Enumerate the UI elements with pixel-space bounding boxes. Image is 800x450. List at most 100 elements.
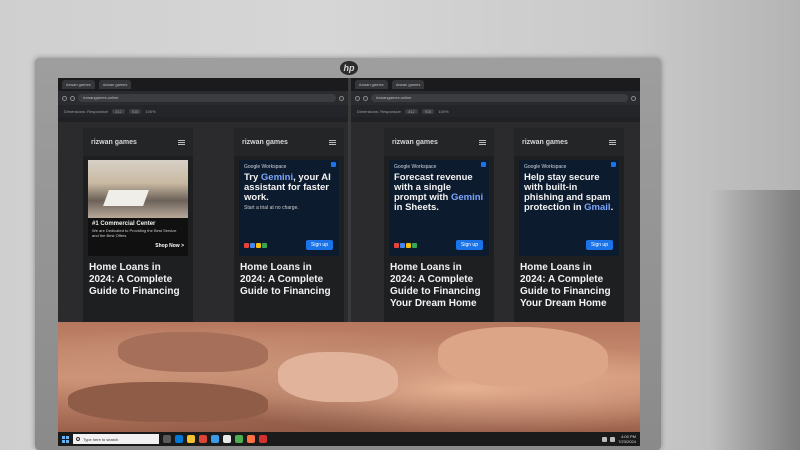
gmail-icon — [394, 243, 399, 248]
width-field[interactable]: 412 — [112, 108, 125, 114]
windows-start-icon[interactable] — [62, 435, 69, 443]
site-header: rizwan games — [234, 128, 344, 156]
ad-title: #1 Commercial Center — [88, 218, 188, 227]
site-logo[interactable]: rizwan games — [91, 139, 137, 146]
back-icon[interactable] — [62, 95, 67, 101]
height-field[interactable]: 915 — [128, 108, 142, 114]
tab[interactable]: rizwan games — [355, 80, 388, 89]
adchoices-icon[interactable] — [611, 162, 616, 167]
adchoices-icon[interactable] — [331, 162, 336, 167]
device-dimensions[interactable]: Dimensions: Responsive — [64, 109, 108, 114]
ad-cta-button[interactable]: Sign up — [586, 240, 613, 250]
article-card[interactable]: Home Loans in 2024: A Complete Guide to … — [234, 256, 344, 304]
back-icon[interactable] — [355, 95, 360, 101]
menu-icon[interactable] — [479, 139, 486, 145]
taskbar-apps — [163, 435, 267, 443]
url-field[interactable]: rizwangames.online — [371, 94, 628, 102]
ad-headline: Help stay secure with built-in phishing … — [524, 173, 614, 213]
search-placeholder: Type here to search — [83, 436, 119, 442]
site-logo[interactable]: rizwan games — [242, 139, 288, 146]
search-icon — [76, 437, 80, 441]
ad-description-text: We are Dedicated to Providing the Best S… — [92, 228, 177, 238]
task-view-icon[interactable] — [163, 435, 171, 443]
app-icon[interactable] — [247, 435, 255, 443]
tab[interactable]: rizwan games — [62, 80, 95, 89]
wallpaper-rock — [438, 327, 608, 387]
app-icon[interactable] — [223, 435, 231, 443]
ad-banner[interactable]: Google Workspace Help stay secure with b… — [519, 160, 619, 256]
url-field[interactable]: rizwangames.online — [78, 94, 336, 102]
device-dimensions[interactable]: Dimensions: Responsive — [357, 109, 401, 114]
ad-banner[interactable]: Google Workspace Forecast revenue with a… — [389, 160, 489, 256]
hp-logo-icon: hp — [340, 61, 358, 75]
extensions-icon[interactable] — [631, 95, 636, 101]
clock[interactable]: 4:00 PM 7/23/2024 — [618, 434, 636, 444]
site-header: rizwan games — [514, 128, 624, 156]
adchoices-icon[interactable] — [481, 162, 486, 167]
ad-cta-button[interactable]: Sign up — [456, 240, 483, 250]
ad-cta-button[interactable]: Shop Now > — [155, 243, 184, 249]
article-title[interactable]: Home Loans in 2024: A Complete Guide to … — [520, 262, 618, 310]
ad-headline: Try Gemini, your AI assistant for faster… — [244, 173, 334, 203]
gmail-icon — [244, 243, 249, 248]
article-card[interactable]: Home Loans in 2024: A Complete Guide to … — [514, 256, 624, 316]
store-icon[interactable] — [211, 435, 219, 443]
ad-description: We are Dedicated to Providing the Best S… — [88, 227, 188, 256]
window-divider[interactable] — [348, 78, 351, 322]
article-card[interactable]: Home Loans in 2024: A Complete Guide to … — [384, 256, 494, 316]
article-title[interactable]: Home Loans in 2024: A Complete Guide to … — [89, 262, 187, 298]
address-bar: rizwangames.online — [351, 91, 640, 105]
zoom-select[interactable]: 100% — [438, 109, 448, 114]
width-field[interactable]: 412 — [405, 108, 418, 114]
network-icon[interactable] — [602, 436, 608, 442]
ad-banner[interactable]: Google Workspace Try Gemini, your AI ass… — [239, 160, 339, 256]
ad-cta-button[interactable]: Sign up — [306, 240, 333, 250]
desktop-wallpaper — [58, 322, 640, 432]
taskbar-search[interactable]: Type here to search — [73, 434, 159, 444]
wallpaper-rock — [278, 352, 398, 402]
ad-banner[interactable]: #1 Commercial Center We are Dedicated to… — [88, 160, 188, 256]
tab[interactable]: rizwan games — [98, 80, 132, 89]
height-field[interactable]: 915 — [421, 108, 435, 114]
article-card[interactable]: Home Loans in 2024: A Complete Guide to … — [83, 256, 193, 304]
app-icon[interactable] — [259, 435, 267, 443]
screen: rizwan games rizwan games rizwangames.on… — [58, 78, 640, 446]
address-bar: rizwangames.online — [58, 91, 348, 105]
devtools-device-bar: Dimensions: Responsive 412 915 100% — [58, 105, 348, 117]
wallpaper-rock — [68, 382, 268, 422]
phone-preview: rizwan games Google Workspace Try Gemini… — [234, 128, 344, 324]
ad-subtext: Start a trial at no charge. — [244, 205, 299, 211]
reload-icon[interactable] — [70, 95, 75, 101]
ad-brand: Google Workspace — [394, 164, 437, 170]
slides-icon — [256, 243, 261, 248]
menu-icon[interactable] — [178, 139, 185, 145]
edge-icon[interactable] — [175, 435, 183, 443]
file-explorer-icon[interactable] — [187, 435, 195, 443]
app-icon[interactable] — [235, 435, 243, 443]
extensions-icon[interactable] — [339, 95, 344, 101]
volume-icon[interactable] — [610, 436, 616, 442]
menu-icon[interactable] — [329, 139, 336, 145]
tab[interactable]: rizwan games — [391, 80, 425, 89]
app-icons — [244, 243, 267, 248]
tab-strip: rizwan games rizwan games — [351, 78, 640, 91]
zoom-select[interactable]: 100% — [145, 109, 155, 114]
browser-window-right: rizwan games rizwan games rizwangames.on… — [351, 78, 640, 122]
headline-part: . — [610, 202, 614, 213]
article-title[interactable]: Home Loans in 2024: A Complete Guide to … — [240, 262, 338, 298]
site-header: rizwan games — [384, 128, 494, 156]
slides-icon — [406, 243, 411, 248]
clock-date: 7/23/2024 — [618, 439, 636, 444]
devtools-device-bar: Dimensions: Responsive 412 915 100% — [351, 105, 640, 117]
reload-icon[interactable] — [363, 95, 368, 101]
chrome-icon[interactable] — [199, 435, 207, 443]
site-logo[interactable]: rizwan games — [392, 139, 438, 146]
phone-preview: rizwan games Google Workspace Forecast r… — [384, 128, 494, 324]
site-logo[interactable]: rizwan games — [522, 139, 568, 146]
menu-icon[interactable] — [609, 139, 616, 145]
ad-image — [88, 160, 188, 218]
article-title[interactable]: Home Loans in 2024: A Complete Guide to … — [390, 262, 488, 310]
taskbar: Type here to search 4:00 PM 7/23/2024 — [58, 432, 640, 446]
system-tray: 4:00 PM 7/23/2024 — [602, 434, 636, 444]
phone-preview: rizwan games Google Workspace Help stay … — [514, 128, 624, 324]
